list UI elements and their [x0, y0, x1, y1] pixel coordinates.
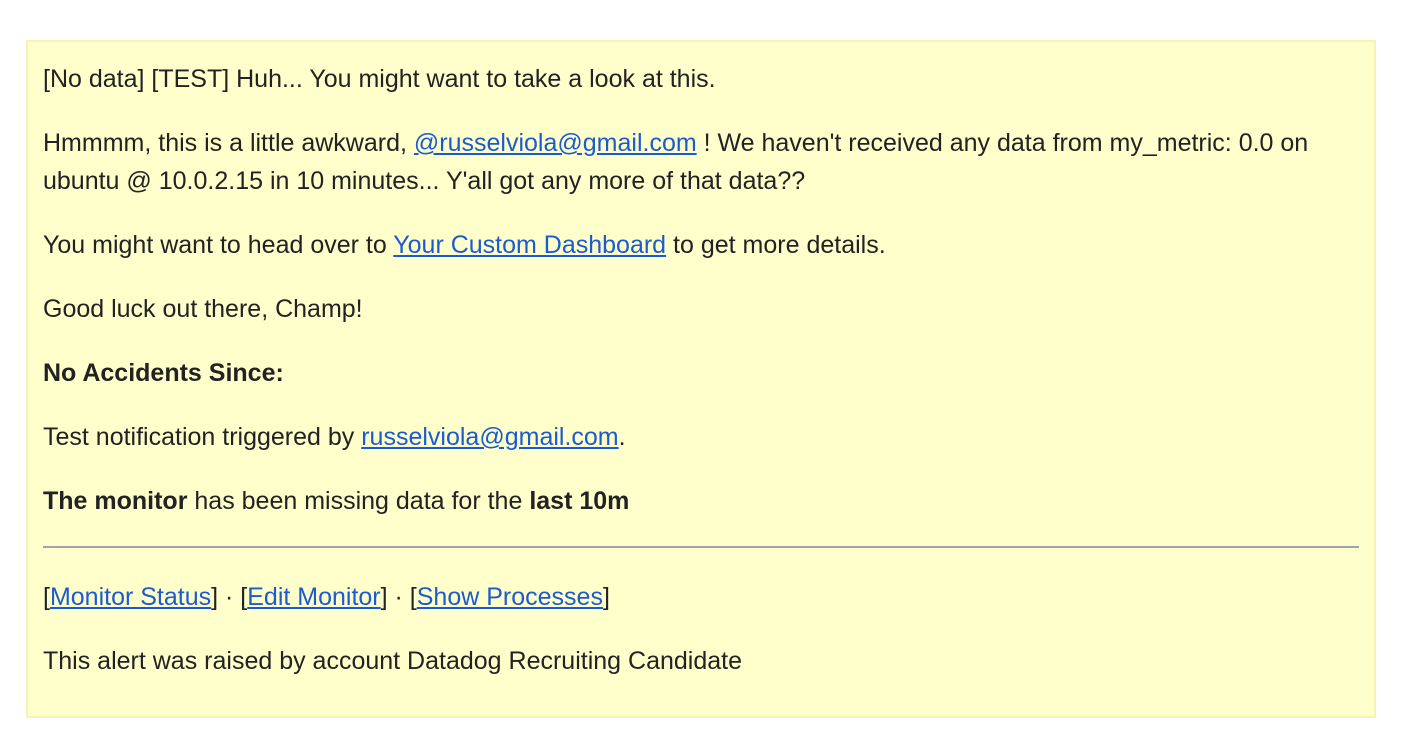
edit-monitor-link[interactable]: Edit Monitor [247, 583, 380, 611]
alert-subject: [No data] [TEST] Huh... You might want t… [43, 65, 716, 93]
no-accidents-heading: No Accidents Since: [43, 354, 1359, 392]
show-processes-link[interactable]: Show Processes [417, 583, 603, 611]
good-luck-text: Good luck out there, Champ! [43, 295, 363, 323]
alert-box: [No data] [TEST] Huh... You might want t… [26, 40, 1376, 718]
mention-link[interactable]: @russelviola@gmail.com [414, 129, 697, 157]
alert-message: Hmmmm, this is a little awkward, @russel… [43, 124, 1359, 200]
test-notification-suffix: . [618, 423, 626, 451]
dashboard-hint-suffix: to get more details. [666, 231, 886, 259]
test-notification: Test notification triggered by russelvio… [43, 418, 1359, 456]
missing-data-subject: The monitor [43, 487, 188, 515]
test-notification-prefix: Test notification triggered by [43, 423, 362, 451]
bracket-open: [ [43, 583, 50, 611]
custom-dashboard-link[interactable]: Your Custom Dashboard [393, 231, 666, 259]
link-separator: ] · [ [380, 583, 417, 611]
missing-data-middle: has been missing data for the [187, 487, 530, 515]
bracket-close: ] [602, 583, 610, 611]
alert-message-prefix: Hmmmm, this is a little awkward, [43, 129, 414, 157]
missing-data-status: The monitor has been missing data for th… [43, 482, 1359, 520]
raised-by-text: This alert was raised by account Datadog… [43, 647, 742, 675]
trigger-email-link[interactable]: russelviola@gmail.com [361, 423, 618, 451]
no-accidents-label: No Accidents Since: [43, 359, 284, 387]
monitor-status-link[interactable]: Monitor Status [50, 583, 211, 611]
missing-data-window: last 10m [529, 487, 630, 515]
dashboard-hint: You might want to head over to Your Cust… [43, 226, 1359, 264]
divider [43, 546, 1359, 548]
link-separator: ] · [ [211, 583, 248, 611]
dashboard-hint-prefix: You might want to head over to [43, 231, 394, 259]
footer-links: [Monitor Status] · [Edit Monitor] · [Sho… [43, 578, 1359, 616]
